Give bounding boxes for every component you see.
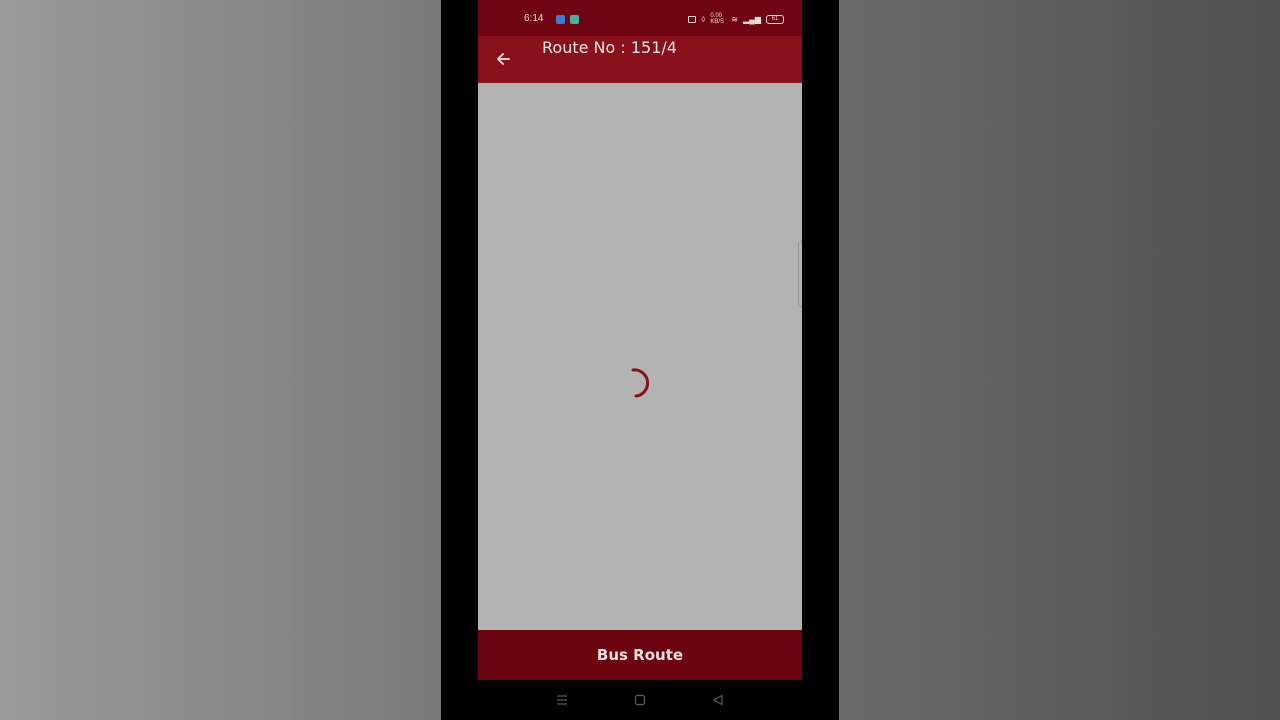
android-nav-bar <box>441 680 839 720</box>
square-home-icon <box>634 694 646 706</box>
alarm-icon: ◊ <box>701 14 706 24</box>
video-frame-background: 6:14 ◊ 0.00 KB/S ≋ ▂▄▆ 61 Route No: 151… <box>0 0 1280 720</box>
nav-back-button[interactable] <box>710 692 726 708</box>
notification-app-icon <box>556 15 565 24</box>
spinner-icon <box>631 368 650 398</box>
bus-route-button[interactable]: Bus Route <box>478 630 802 680</box>
status-icons: ◊ 0.00 KB/S ≋ ▂▄▆ 61 <box>688 13 784 25</box>
home-button[interactable] <box>632 692 648 708</box>
wifi-icon: ≋ <box>731 14 739 24</box>
battery-icon: 61 <box>766 14 784 24</box>
scroll-indicator <box>798 241 802 307</box>
signal-icon: ▂▄▆ <box>743 14 761 24</box>
phone-frame: 6:14 ◊ 0.00 KB/S ≋ ▂▄▆ 61 Route No: 151… <box>441 0 839 720</box>
menu-icon <box>557 695 567 705</box>
cast-icon <box>688 15 697 23</box>
app-bar: Route No : 151/4 <box>478 36 802 83</box>
network-speed: 0.00 KB/S <box>710 13 724 25</box>
app-screen: 6:14 ◊ 0.00 KB/S ≋ ▂▄▆ 61 Route No: 151… <box>478 0 802 680</box>
recent-apps-button[interactable] <box>554 692 570 708</box>
page-title: Route No : 151/4 <box>542 38 677 57</box>
triangle-back-icon <box>713 694 723 706</box>
status-bar: 6:14 ◊ 0.00 KB/S ≋ ▂▄▆ 61 <box>478 0 802 36</box>
arrow-left-icon <box>497 53 510 65</box>
notification-app-icon-2 <box>570 15 579 24</box>
route-content-area <box>478 83 802 630</box>
status-time: 6:14 <box>524 13 544 24</box>
back-button[interactable] <box>490 46 516 72</box>
